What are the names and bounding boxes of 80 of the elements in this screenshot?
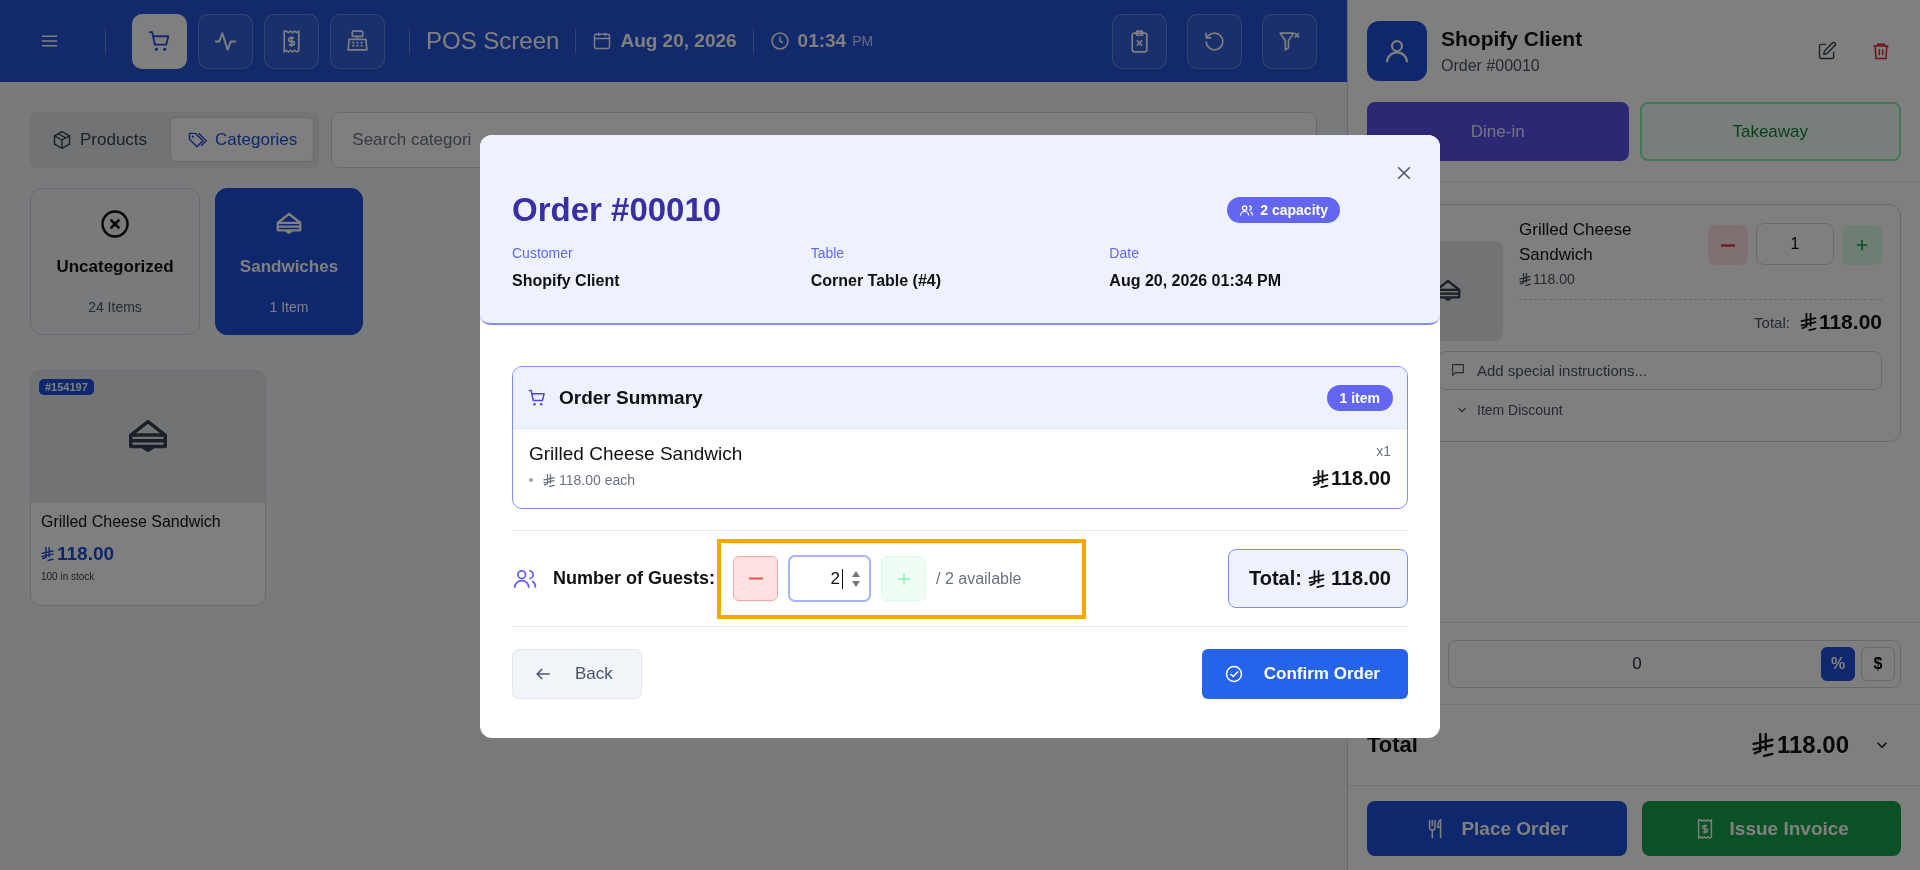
customer-name: Shopify Client	[1441, 27, 1584, 51]
category-count: 1 Item	[269, 299, 309, 315]
order-total: 118.00	[1330, 567, 1391, 590]
cart-nav-button[interactable]	[132, 13, 187, 69]
cart-total: 118.00	[1776, 731, 1849, 759]
calendar-icon	[592, 31, 613, 51]
check-circle-icon	[1223, 664, 1244, 684]
menu-icon[interactable]	[40, 33, 59, 49]
item-quantity: x1	[1376, 443, 1391, 459]
riyal-sign-icon	[543, 473, 555, 487]
discount-field[interactable]: 0 % $	[1448, 640, 1901, 688]
issue-invoice-button[interactable]: Issue Invoice	[1641, 801, 1901, 856]
quantity-field[interactable]: 1	[1756, 223, 1834, 265]
category-count: 24 Items	[88, 299, 142, 315]
riyal-sign-icon	[1311, 469, 1329, 488]
unit-price: 118.00 each	[559, 472, 636, 488]
category-name: Sandwiches	[239, 257, 339, 277]
place-order-button[interactable]: Place Order	[1367, 801, 1627, 856]
discount-mode-button[interactable]: $	[1861, 647, 1895, 681]
discount-mode-button[interactable]: %	[1821, 647, 1855, 681]
category-name: Uncategorized	[56, 257, 174, 277]
users-icon	[1239, 202, 1255, 218]
time-meridiem: PM	[852, 33, 874, 49]
order-number: Order #00010	[1441, 57, 1541, 75]
detail-value: Shopify Client	[512, 272, 621, 290]
guests-label: Number of Guests:	[553, 568, 716, 589]
item-name: Grilled Cheese Sandwich	[1519, 219, 1633, 266]
detail-value: Corner Table (#4)	[810, 272, 943, 290]
confirm-order-button[interactable]: Confirm Order	[1201, 649, 1408, 699]
available-count: / 2 available	[936, 569, 1022, 588]
header-time: 01:34	[797, 30, 847, 52]
cart-icon	[527, 387, 547, 408]
category-card[interactable]: Uncategorized 24 Items	[30, 188, 200, 335]
header-date: Aug 20, 2026	[620, 30, 737, 52]
minus-icon	[1720, 243, 1736, 247]
summary-title: Order Summary	[559, 386, 704, 409]
edit-icon[interactable]	[1817, 41, 1837, 61]
increase-button[interactable]	[1842, 225, 1882, 265]
cash-register-icon	[345, 28, 370, 54]
category-card[interactable]: Sandwiches 1 Item	[215, 188, 363, 335]
item-total: 118.00	[1818, 310, 1882, 334]
product-name: Grilled Cheese Sandwich	[41, 513, 222, 531]
product-card[interactable]: #154197 Grilled Cheese Sandwich 118.00 100 in stock	[30, 370, 266, 606]
trash-icon[interactable]	[1871, 41, 1891, 61]
view-tab[interactable]: Categories	[170, 117, 315, 162]
message-icon	[1450, 362, 1466, 378]
cart-icon	[147, 28, 172, 54]
box-icon	[52, 129, 72, 150]
detail-label: Date	[1109, 245, 1140, 261]
order-type-button[interactable]: Takeaway	[1639, 102, 1901, 161]
item-total-label: Total:	[1754, 313, 1790, 331]
capacity-badge: 2 capacity	[1227, 197, 1340, 223]
stock-count: 100 in stock	[41, 571, 96, 582]
total-label: Total:	[1248, 567, 1302, 590]
riyal-sign-icon	[1519, 272, 1531, 286]
item-price: 118.00	[1533, 271, 1575, 287]
x-circle-icon	[100, 209, 130, 239]
product-price: 118.00	[57, 543, 115, 565]
riyal-sign-icon	[41, 547, 54, 561]
view-tab[interactable]: Products	[35, 117, 165, 162]
clock-icon	[769, 31, 790, 51]
detail-label: Table	[810, 245, 846, 261]
summary-item-total: 118.00	[1330, 467, 1391, 490]
screen-title: POS Screen	[426, 27, 560, 55]
minus-icon	[747, 577, 764, 580]
detail-label: Customer	[512, 245, 574, 261]
detail-value: Aug 20, 2026 01:34 PM	[1109, 272, 1282, 290]
product-id-badge: #154197	[39, 379, 94, 395]
item-count-badge: 1 item	[1326, 384, 1393, 411]
riyal-sign-icon	[1751, 733, 1774, 757]
decrease-button[interactable]	[1708, 225, 1748, 265]
riyal-sign-icon	[1307, 569, 1325, 588]
item-discount-toggle[interactable]: Item Discount	[1477, 402, 1563, 418]
riyal-sign-icon	[1799, 313, 1817, 331]
guests-field[interactable]: 2	[788, 555, 872, 602]
back-button[interactable]: Back	[512, 649, 642, 699]
decrease-button[interactable]	[733, 556, 779, 601]
instructions-field[interactable]: Add special instructions...	[1438, 351, 1882, 390]
dialog-title: Order #00010	[512, 191, 722, 229]
summary-item-name: Grilled Cheese Sandwich	[529, 443, 743, 465]
